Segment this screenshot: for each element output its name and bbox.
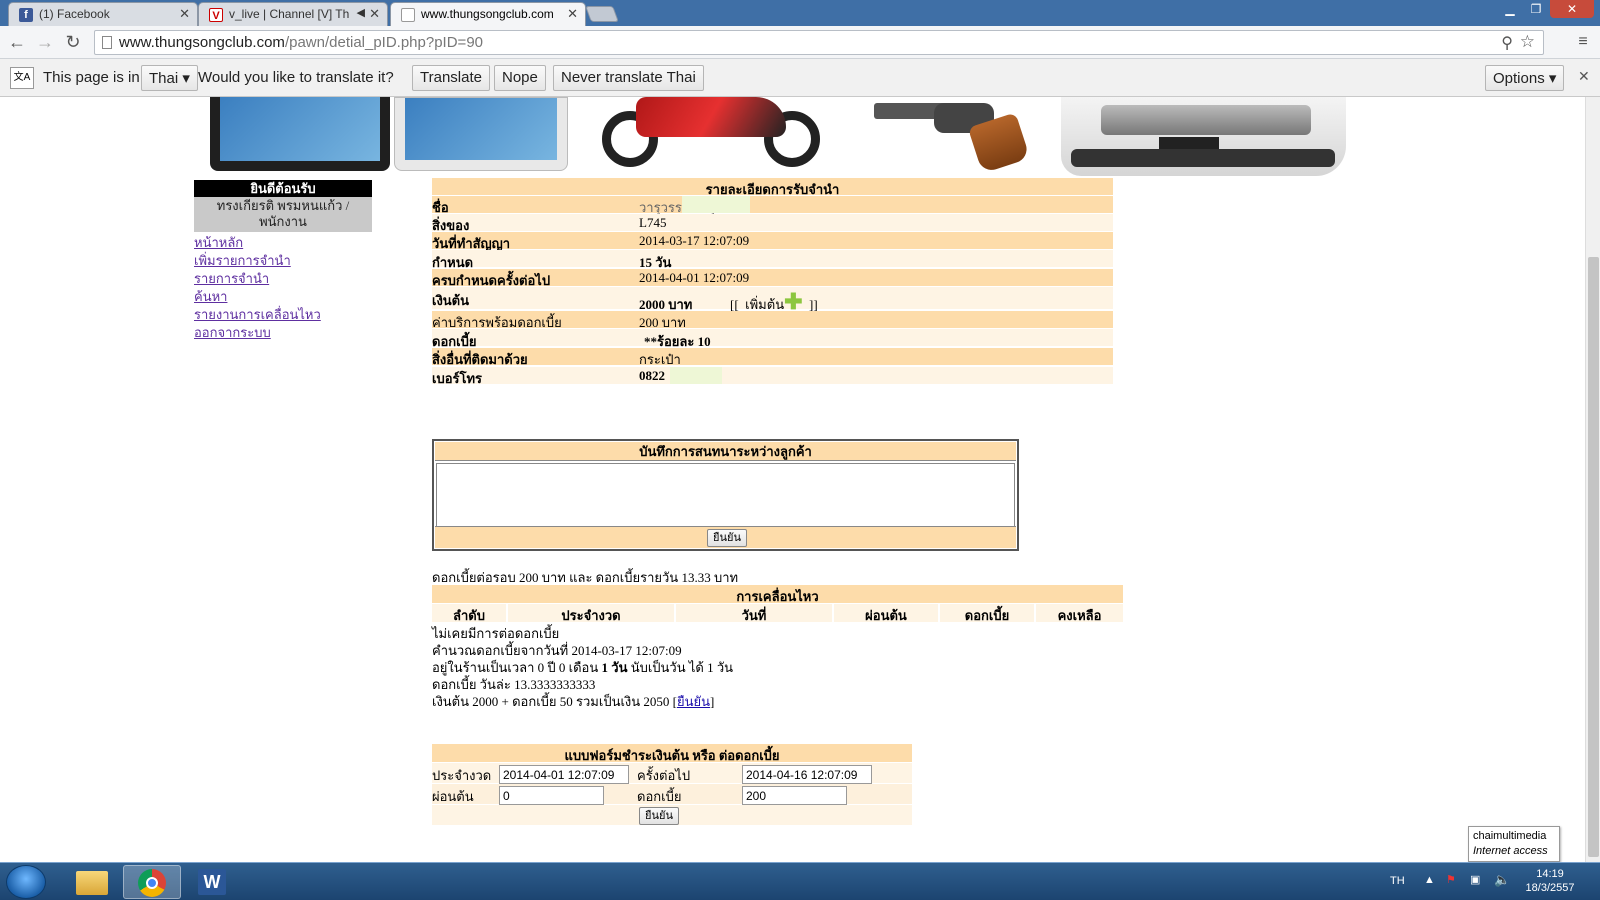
col-balance: คงเหลือ [1057, 608, 1102, 623]
translate-question: Would you like to translate it? [198, 69, 394, 86]
close-icon[interactable]: ✕ [567, 6, 578, 22]
banner [206, 97, 1346, 176]
principal-payment-input[interactable] [499, 786, 604, 805]
reload-icon[interactable]: ↻ [62, 31, 84, 53]
tab-title: www.thungsongclub.com [421, 7, 554, 21]
scrollbar[interactable] [1585, 97, 1600, 862]
back-icon[interactable]: ← [6, 31, 28, 53]
tab-strip: f (1) Facebook ✕ V v_live | Channel [V] … [0, 0, 1600, 26]
page-content: ยินดีต้อนรับ ทรงเกียรติ พรมหนแก้ว / พนัก… [0, 97, 1585, 862]
col-principal-paid: ผ่อนต้น [865, 608, 907, 623]
url-text[interactable]: www.thungsongclub.com/pawn/detial_pID.ph… [119, 34, 483, 51]
col-date: วันที่ [741, 608, 767, 623]
language-indicator[interactable]: TH [1390, 875, 1405, 887]
maximize-icon[interactable]: ❐ [1524, 0, 1548, 18]
facebook-icon: f [19, 8, 33, 22]
network-icon[interactable]: ▣ [1470, 873, 1480, 886]
network-tooltip: chaimultimedia Internet access [1468, 826, 1560, 862]
new-tab-button[interactable] [585, 6, 619, 22]
label-phone: เบอร์โทร [432, 371, 483, 386]
volume-icon[interactable]: 🔈 [1494, 872, 1510, 888]
label-principal: เงินต้น [432, 293, 470, 308]
period-input[interactable] [499, 765, 629, 784]
welcome-header: ยินดีต้อนรับ [194, 180, 372, 197]
confirm-link[interactable]: ยืนยัน [677, 694, 710, 709]
clock[interactable]: 14:19 18/3/2557 [1520, 867, 1580, 895]
value-item: L745 [639, 215, 667, 230]
motorcycle-image [596, 97, 836, 169]
explorer-taskbar-item[interactable] [62, 865, 120, 899]
start-button[interactable] [6, 865, 46, 899]
folder-icon [76, 871, 108, 895]
search-icon[interactable]: ⚲ [1501, 33, 1513, 53]
chrome-taskbar-item[interactable] [123, 865, 181, 899]
value-next-due: 2014-04-01 12:07:09 [639, 270, 750, 285]
translate-prompt-label: This page is in [43, 69, 140, 86]
interest-payment-input[interactable] [742, 786, 847, 805]
redaction [670, 367, 722, 384]
tab-facebook[interactable]: f (1) Facebook ✕ [8, 2, 198, 26]
page-icon [102, 36, 112, 49]
note-textarea[interactable] [436, 463, 1015, 527]
address-bar[interactable]: www.thungsongclub.com/pawn/detial_pID.ph… [94, 30, 1544, 55]
value-phone: 0822 [639, 368, 665, 383]
page-icon [401, 8, 415, 22]
label-interest-payment: ดอกเบี้ย [637, 789, 682, 804]
nope-button[interactable]: Nope [494, 65, 546, 91]
car-image [1061, 97, 1346, 176]
translate-button[interactable]: Translate [412, 65, 490, 91]
menu-link-logout[interactable]: ออกจากระบบ [194, 322, 271, 343]
navigation-bar: ← → ↻ www.thungsongclub.com/pawn/detial_… [0, 26, 1600, 59]
taskbar: W TH ▲ ⚑ ▣ 🔈 14:19 18/3/2557 [0, 862, 1600, 900]
action-center-icon[interactable]: ⚑ [1446, 873, 1456, 886]
payment-submit-button[interactable]: ยืนยัน [639, 807, 679, 825]
translate-icon: 文A [10, 67, 34, 89]
channel-v-icon: V [209, 8, 223, 22]
tab-title: (1) Facebook [39, 7, 110, 21]
value-contract-date: 2014-03-17 12:07:09 [639, 233, 750, 248]
label-next: ครั้งต่อไป [637, 768, 691, 783]
minimize-icon[interactable]: ▁ [1498, 0, 1522, 18]
label-period: ประจำงวด [432, 768, 492, 783]
label-principal-payment: ผ่อนต้น [432, 789, 474, 804]
close-translate-icon[interactable]: ✕ [1578, 68, 1590, 85]
window-close-icon[interactable]: ✕ [1550, 0, 1594, 18]
show-hidden-icons[interactable]: ▲ [1424, 874, 1435, 886]
user-name: ทรงเกียรติ พรมหนแก้ว / [216, 198, 350, 213]
word-icon: W [198, 869, 226, 895]
star-icon[interactable]: ☆ [1520, 32, 1535, 52]
ipad-image [210, 97, 390, 171]
menu-icon[interactable]: ≡ [1572, 31, 1594, 53]
close-icon[interactable]: ✕ [179, 6, 190, 22]
forward-icon[interactable]: → [34, 31, 56, 53]
scrollbar-thumb[interactable] [1588, 257, 1599, 857]
chrome-icon [138, 869, 166, 897]
note-title: บันทึกการสนทนาระหว่างลูกค้า [435, 442, 1016, 461]
user-role: พนักงาน [259, 214, 307, 229]
total-amount: เงินต้น 2000 + ดอกเบี้ย 50 รวมเป็นเงิน 2… [432, 694, 715, 709]
language-select[interactable]: Thai ▾ [141, 65, 198, 91]
tab-channel-v[interactable]: V v_live | Channel [V] Th ◀ ✕ [198, 2, 388, 26]
never-translate-button[interactable]: Never translate Thai [553, 65, 704, 91]
col-interest: ดอกเบี้ย [964, 608, 1010, 623]
options-button[interactable]: Options ▾ [1485, 65, 1565, 91]
tab-thungsongclub[interactable]: www.thungsongclub.com ✕ [390, 2, 586, 26]
close-icon[interactable]: ✕ [369, 6, 380, 22]
conversation-note-form: บันทึกการสนทนาระหว่างลูกค้า ยืนยัน [432, 439, 1019, 551]
redaction [682, 196, 750, 213]
note-submit-button[interactable]: ยืนยัน [707, 529, 747, 547]
revolver-image [874, 97, 1044, 174]
user-info-box: ทรงเกียรติ พรมหนแก้ว / พนักงาน [194, 197, 372, 232]
translate-bar: 文A This page is in Thai ▾ Would you like… [0, 59, 1600, 97]
next-date-input[interactable] [742, 765, 872, 784]
ipad-image [394, 97, 568, 171]
word-taskbar-item[interactable]: W [184, 865, 242, 899]
speaker-icon: ◀ [356, 7, 365, 19]
tab-title: v_live | Channel [V] Th [229, 7, 350, 21]
